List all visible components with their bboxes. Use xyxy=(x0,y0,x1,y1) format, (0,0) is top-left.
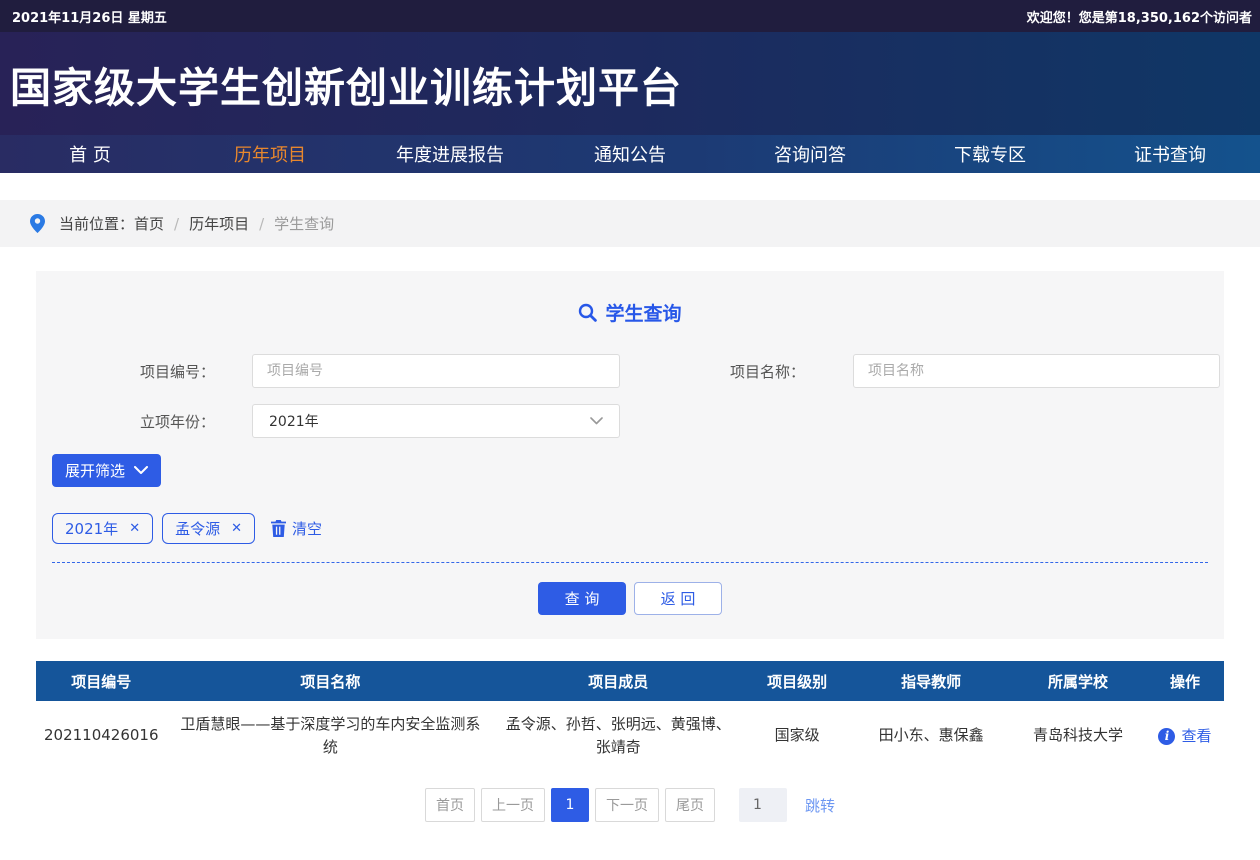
filter-tag-year-label: 2021年 xyxy=(65,518,118,539)
chevron-down-icon xyxy=(134,466,148,475)
form-row-2: 立项年份： 2021年 xyxy=(36,404,1224,438)
col-project-level: 项目级别 xyxy=(742,661,852,701)
info-circle-icon: i xyxy=(1158,728,1175,745)
project-name-label: 项目名称： xyxy=(620,361,853,382)
clear-filters-button[interactable]: 清空 xyxy=(271,518,322,539)
pagination-next-button[interactable]: 下一页 xyxy=(595,788,659,822)
pagination-last-button[interactable]: 尾页 xyxy=(665,788,715,822)
top-utility-bar: 2021年11月26日 星期五 欢迎您！您是第18,350,162个访问者 xyxy=(0,0,1260,32)
col-advisors: 指导教师 xyxy=(852,661,1010,701)
cell-advisors: 田小东、惠保鑫 xyxy=(852,701,1010,771)
pagination-prev-button[interactable]: 上一页 xyxy=(481,788,545,822)
year-select[interactable]: 2021年 xyxy=(252,404,620,438)
nav-item-certificate-query[interactable]: 证书查询 xyxy=(1080,135,1260,173)
search-icon xyxy=(578,303,597,322)
filter-tag-year[interactable]: 2021年 ✕ xyxy=(52,513,153,544)
main-nav: 首 页 历年项目 年度进展报告 通知公告 咨询问答 下载专区 证书查询 xyxy=(0,135,1260,173)
pagination-jump-button[interactable]: 跳转 xyxy=(805,795,835,816)
clear-filters-label: 清空 xyxy=(292,518,322,539)
cell-project-level: 国家级 xyxy=(742,701,852,771)
cell-actions: i 查看 xyxy=(1146,701,1224,771)
nav-item-home[interactable]: 首 页 xyxy=(0,135,180,173)
search-panel: 学生查询 项目编号： 项目名称： 立项年份： 2021年 展开筛选 2021年 … xyxy=(36,271,1224,639)
site-header: 国家级大学生创新创业训练计划平台 xyxy=(0,32,1260,135)
year-field-group: 立项年份： 2021年 xyxy=(36,404,620,438)
cell-school: 青岛科技大学 xyxy=(1010,701,1146,771)
project-code-label: 项目编号： xyxy=(36,361,252,382)
view-detail-label: 查看 xyxy=(1181,725,1211,748)
nav-item-qa[interactable]: 咨询问答 xyxy=(720,135,900,173)
nav-item-annual-progress-report[interactable]: 年度进展报告 xyxy=(360,135,540,173)
project-code-field-group: 项目编号： xyxy=(36,354,620,388)
form-actions: 查 询 返 回 xyxy=(36,582,1224,615)
expand-filter-button[interactable]: 展开筛选 xyxy=(52,454,161,487)
year-select-value: 2021年 xyxy=(269,411,319,431)
nav-item-past-projects[interactable]: 历年项目 xyxy=(180,135,360,173)
chevron-down-icon xyxy=(590,417,603,425)
breadcrumb-student-query: 学生查询 xyxy=(274,213,334,234)
breadcrumb-prefix: 当前位置： xyxy=(59,213,134,234)
remove-tag-icon[interactable]: ✕ xyxy=(129,522,140,535)
cell-project-code: 202110426016 xyxy=(36,701,167,771)
visitor-welcome: 欢迎您！您是第18,350,162个访问者 xyxy=(1027,7,1252,26)
breadcrumb-past-projects[interactable]: 历年项目 xyxy=(189,213,249,234)
expand-filter-label: 展开筛选 xyxy=(65,460,125,481)
location-pin-icon xyxy=(30,214,45,233)
pagination-page-1[interactable]: 1 xyxy=(551,788,589,822)
filter-tag-student[interactable]: 孟令源 ✕ xyxy=(162,513,255,544)
table-header: 项目编号 项目名称 项目成员 项目级别 指导教师 所属学校 操作 xyxy=(36,661,1224,701)
col-project-name: 项目名称 xyxy=(167,661,495,701)
view-detail-link[interactable]: i 查看 xyxy=(1158,725,1211,748)
panel-title: 学生查询 xyxy=(36,299,1224,326)
pagination: 首页 上一页 1 下一页 尾页 跳转 xyxy=(0,788,1260,822)
panel-title-text: 学生查询 xyxy=(605,299,681,326)
pagination-first-button[interactable]: 首页 xyxy=(425,788,475,822)
col-actions: 操作 xyxy=(1146,661,1224,701)
trash-icon xyxy=(271,520,286,537)
nav-item-notices[interactable]: 通知公告 xyxy=(540,135,720,173)
dashed-divider xyxy=(52,562,1208,563)
pagination-jump-input[interactable] xyxy=(739,788,787,822)
query-button[interactable]: 查 询 xyxy=(538,582,626,615)
project-name-input[interactable] xyxy=(853,354,1220,388)
breadcrumb-separator: / xyxy=(259,215,264,233)
breadcrumb: 当前位置： 首页 / 历年项目 / 学生查询 xyxy=(0,200,1260,247)
filter-tag-student-label: 孟令源 xyxy=(175,518,220,539)
breadcrumb-home[interactable]: 首页 xyxy=(134,213,164,234)
project-code-input[interactable] xyxy=(252,354,620,388)
col-school: 所属学校 xyxy=(1010,661,1146,701)
site-title: 国家级大学生创新创业训练计划平台 xyxy=(10,54,682,114)
col-project-code: 项目编号 xyxy=(36,661,167,701)
breadcrumb-separator: / xyxy=(174,215,179,233)
form-row-1: 项目编号： 项目名称： xyxy=(36,354,1224,388)
cell-project-members: 孟令源、孙哲、张明远、黄强博、张靖奇 xyxy=(494,701,742,771)
table-row: 202110426016 卫盾慧眼——基于深度学习的车内安全监测系统 孟令源、孙… xyxy=(36,701,1224,771)
col-project-members: 项目成员 xyxy=(494,661,742,701)
year-label: 立项年份： xyxy=(36,411,252,432)
back-button[interactable]: 返 回 xyxy=(634,582,722,615)
current-date: 2021年11月26日 星期五 xyxy=(12,7,167,26)
project-name-field-group: 项目名称： xyxy=(620,354,1220,388)
results-table: 项目编号 项目名称 项目成员 项目级别 指导教师 所属学校 操作 2021104… xyxy=(36,661,1224,771)
nav-item-downloads[interactable]: 下载专区 xyxy=(900,135,1080,173)
cell-project-name: 卫盾慧眼——基于深度学习的车内安全监测系统 xyxy=(167,701,495,771)
active-filter-tags: 2021年 ✕ 孟令源 ✕ 清空 xyxy=(52,513,1224,544)
remove-tag-icon[interactable]: ✕ xyxy=(231,522,242,535)
